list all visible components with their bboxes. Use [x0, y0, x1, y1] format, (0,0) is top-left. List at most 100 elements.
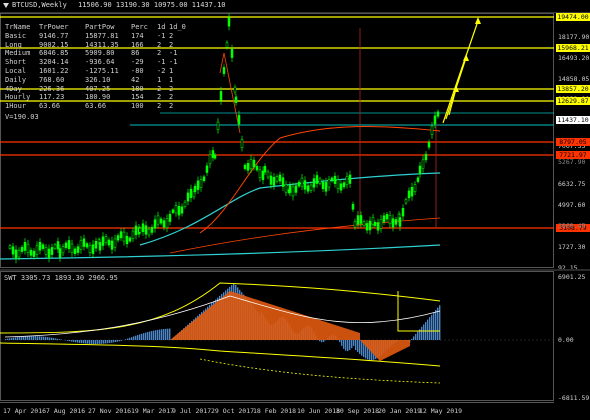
date-tick-label: 30 Sep 2018: [336, 407, 379, 415]
table-cell: 3204.14: [39, 58, 85, 67]
date-tick-label: 7 Aug 2016: [46, 407, 85, 415]
histogram-bar: [417, 332, 418, 340]
histogram-bar: [429, 317, 430, 340]
candle-body: [307, 186, 309, 192]
candle-body: [389, 215, 391, 223]
candle-body: [437, 112, 439, 117]
candle-body: [48, 249, 50, 258]
date-tick-label: 17 Apr 2016: [3, 407, 46, 415]
histogram-bar: [167, 329, 168, 340]
histogram-bar: [59, 339, 60, 340]
candle-body: [279, 175, 281, 181]
candle-body: [184, 202, 186, 206]
candle-body: [145, 226, 147, 235]
candle-body: [77, 247, 79, 253]
table-cell: 180: [131, 85, 157, 94]
arrow-head-icon: [475, 17, 481, 24]
candle-body: [83, 239, 85, 247]
candle-body: [129, 238, 131, 241]
histogram-bar: [95, 340, 96, 344]
price-level-tag: 11437.10: [556, 116, 590, 124]
histogram-bar: [351, 340, 352, 348]
histogram-bar: [31, 336, 32, 340]
table-row: Medium6846.855909.80862-1: [5, 49, 181, 58]
price-level-tag: 15968.21: [556, 44, 590, 52]
histogram-bar: [115, 340, 116, 342]
candle-body: [328, 180, 330, 187]
candle-body: [68, 240, 70, 248]
candle-body: [160, 219, 162, 223]
candle-body: [343, 183, 345, 187]
candle-body: [357, 216, 359, 225]
table-row: Short3204.14-936.64-29-1-1: [5, 58, 181, 67]
table-cell: Perc: [131, 23, 157, 32]
table-cell: 14311.35: [85, 41, 131, 50]
histogram-bar: [87, 340, 88, 344]
candle-body: [166, 219, 168, 228]
histogram-bar: [75, 340, 76, 342]
table-cell: 63.66: [39, 102, 85, 111]
table-cell: 1: [169, 76, 181, 85]
candle-body: [9, 246, 11, 249]
table-cell: -2: [157, 67, 169, 76]
date-tick-label: 10 Jun 2018: [297, 407, 340, 415]
candle-body: [434, 116, 436, 124]
candle-body: [419, 166, 421, 174]
swt-indicator-chart[interactable]: [0, 271, 554, 401]
histogram-bar: [51, 338, 52, 340]
candle-body: [422, 160, 424, 169]
table-cell: -80: [131, 67, 157, 76]
collapse-triangle-icon[interactable]: [3, 3, 9, 8]
candle-body: [45, 248, 47, 255]
candle-body: [197, 181, 199, 190]
histogram-bar: [103, 340, 104, 344]
table-cell: -1: [169, 49, 181, 58]
histogram-bar: [137, 335, 138, 340]
histogram-bar: [125, 339, 126, 340]
faint-price-label: 5267.90: [558, 158, 585, 166]
candle-body: [392, 219, 394, 228]
candle-body: [402, 208, 404, 216]
indicator-tick-label: 0.00: [558, 336, 574, 344]
symbol-label: BTCUSD,Weekly: [12, 1, 67, 10]
candle-body: [247, 163, 249, 170]
date-tick-label: 29 Oct 2017: [211, 407, 254, 415]
histogram-bar: [47, 337, 48, 340]
candle-body: [89, 246, 91, 253]
histogram-bar: [135, 336, 136, 340]
table-cell: 1d_0: [169, 23, 181, 32]
histogram-bar: [431, 315, 432, 340]
candle-body: [285, 184, 287, 192]
candle-body: [57, 241, 59, 249]
indicator-tick-label: -6811.59: [558, 394, 589, 402]
candle-body: [80, 240, 82, 249]
histogram-bar: [85, 340, 86, 344]
table-cell: 9146.77: [39, 32, 85, 41]
table-cell: 180.90: [85, 93, 131, 102]
candle-body: [276, 177, 278, 182]
histogram-bar: [349, 340, 350, 350]
table-cell: 2: [157, 93, 169, 102]
date-tick-label: 9 Jul 2017: [172, 407, 211, 415]
candle-body: [399, 218, 401, 227]
table-cell: Short: [5, 58, 39, 67]
candle-body: [316, 175, 318, 183]
table-cell: 768.60: [39, 76, 85, 85]
candle-body: [298, 182, 300, 186]
price-tick-label: 1727.30: [558, 243, 585, 251]
histogram-bar: [357, 340, 358, 352]
histogram-bar: [165, 329, 166, 340]
candle-body: [102, 237, 104, 246]
candle-body: [346, 176, 348, 184]
candle-body: [295, 186, 297, 193]
candle-body: [319, 179, 321, 183]
candle-body: [282, 178, 284, 187]
histogram-bar: [107, 340, 108, 343]
table-cell: 1: [169, 67, 181, 76]
histogram-bar: [5, 339, 6, 340]
table-cell: 226.36: [39, 85, 85, 94]
candle-body: [74, 249, 76, 254]
histogram-bar: [339, 340, 340, 342]
candle-body: [169, 214, 171, 221]
histogram-bar: [121, 340, 122, 341]
